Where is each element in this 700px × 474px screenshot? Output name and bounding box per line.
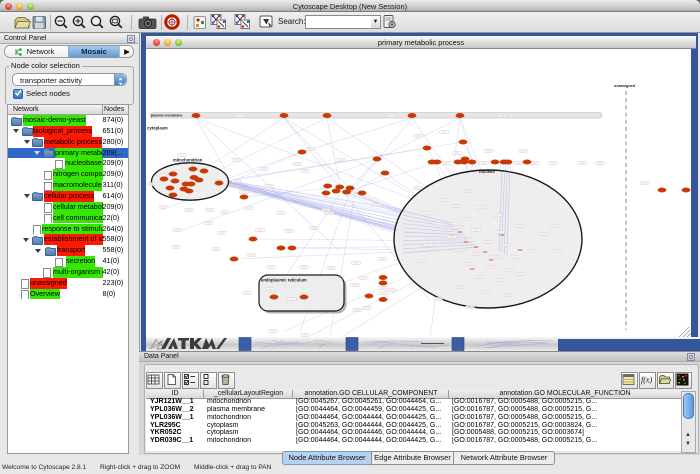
svg-text:plasma membrane: plasma membrane — [151, 114, 183, 118]
svg-text:cytoplasm: cytoplasm — [147, 126, 168, 131]
svg-text:f(x): f(x) — [641, 376, 652, 385]
svg-text:nucleus: nucleus — [479, 169, 495, 174]
svg-text:endoplasmic reticulum: endoplasmic reticulum — [261, 278, 307, 283]
svg-text:unassigned: unassigned — [614, 84, 636, 88]
svg-text:mitochondrion: mitochondrion — [173, 158, 203, 163]
